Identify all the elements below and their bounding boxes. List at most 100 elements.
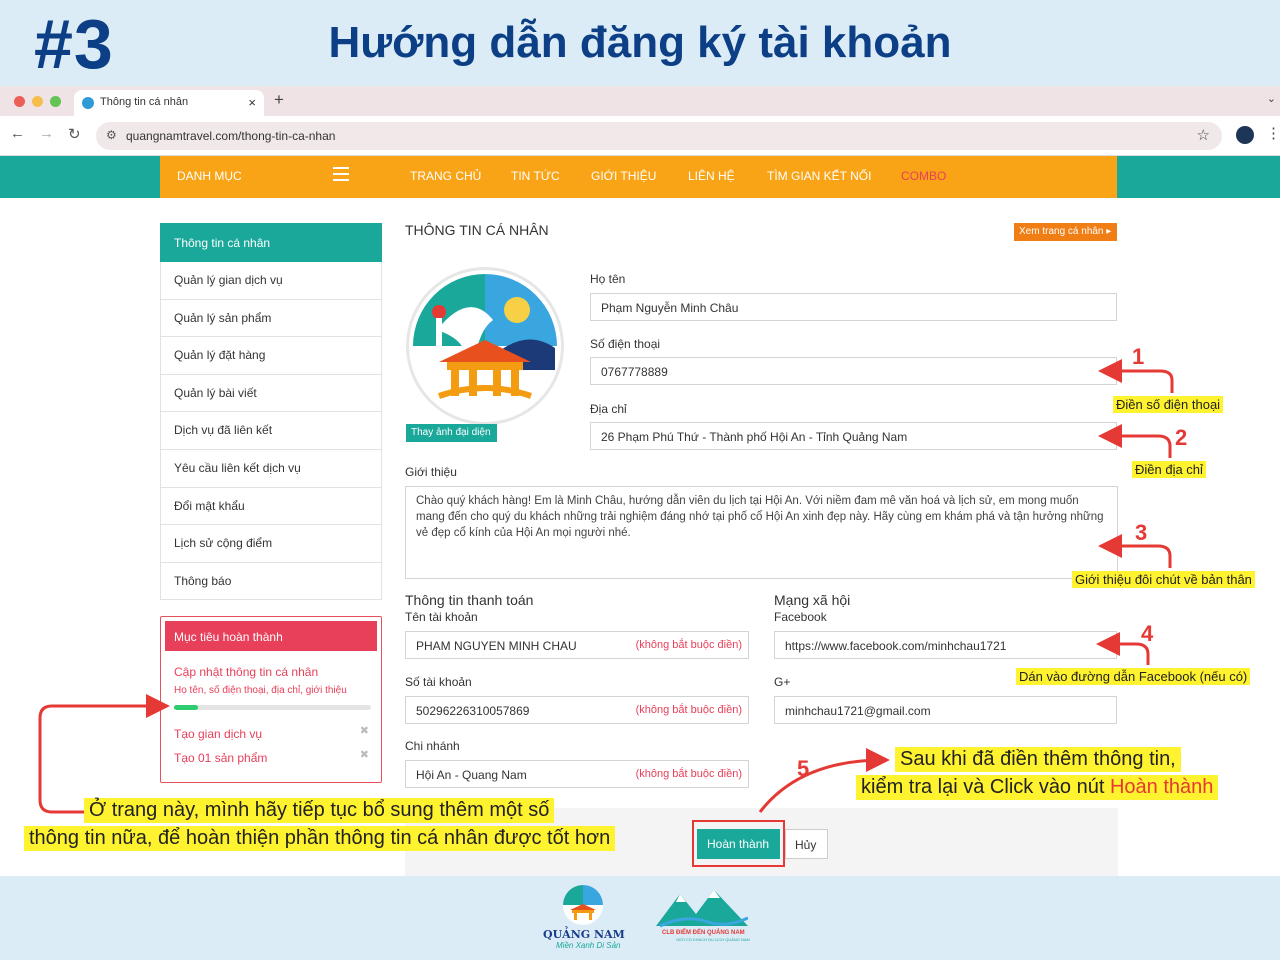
tip-text: Ở trang này, mình hãy tiếp tục bổ sung t… <box>84 798 555 823</box>
nav-home[interactable]: TRANG CHỦ <box>410 169 481 183</box>
nav-combo[interactable]: COMBO <box>901 169 946 183</box>
quang-nam-logo-text: QUẢNG NAM <box>543 928 625 941</box>
account-name-value: PHAM NGUYEN MINH CHAU <box>416 639 577 653</box>
goal-current[interactable]: Cập nhật thông tin cá nhân <box>174 665 377 679</box>
done-button-highlight <box>692 820 785 867</box>
annotation-number: 3 <box>1135 520 1148 545</box>
address-field[interactable]: 26 Phạm Phú Thứ - Thành phố Hội An - Tỉn… <box>590 422 1117 450</box>
nav-news[interactable]: TIN TỨC <box>511 169 560 183</box>
account-name-field[interactable]: PHAM NGUYEN MINH CHAU (không bắt buộc đi… <box>405 631 749 659</box>
quang-nam-logo-icon <box>563 885 603 925</box>
annotation-label: kiểm tra lại và Click vào nút Hoàn thành <box>856 775 1219 800</box>
tab-bar: Thông tin cá nhân × + ⌄ <box>0 86 1280 116</box>
annotation-text: kiểm tra lại và Click vào nút <box>861 776 1110 798</box>
goals-title: Mục tiêu hoàn thành <box>165 621 377 651</box>
address-label: Địa chỉ <box>590 402 627 416</box>
account-number-label: Số tài khoản <box>405 675 472 689</box>
sidebar-item-points-history[interactable]: Lịch sử cộng điểm <box>160 525 382 563</box>
club-logo-icon <box>656 890 748 928</box>
avatar <box>409 270 561 422</box>
tab-close-icon[interactable]: × <box>248 95 256 110</box>
category-menu[interactable]: DANH MỤC <box>177 169 242 183</box>
quang-nam-slogan: Miền Xanh Di Sản <box>556 941 621 950</box>
optional-note: (không bắt buộc điền) <box>635 639 742 651</box>
annotation-label: Điền số điện thoại <box>1113 396 1224 413</box>
browser-tab[interactable]: Thông tin cá nhân × <box>74 90 264 116</box>
annotation-number: 5 <box>797 756 810 781</box>
phone-field[interactable]: 0767778889 <box>590 357 1117 385</box>
club-logo-subtext: GIỚI CÓ KHÁCH DU LỊCH QUẢNG NAM <box>676 937 750 942</box>
site-navbar: DANH MỤC TRANG CHỦ TIN TỨC GIỚI THIỆU LI… <box>0 156 1280 198</box>
address-bar: ← → ↻ ⚙ quangnamtravel.com/thong-tin-ca-… <box>0 116 1280 156</box>
change-avatar-button[interactable]: Thay ảnh đại diện <box>406 424 497 442</box>
tab-search-icon[interactable]: ⌄ <box>1267 92 1276 105</box>
sidebar-item-change-password[interactable]: Đổi mật khẩu <box>160 487 382 526</box>
close-icon[interactable]: ✖ <box>360 724 369 737</box>
nav-contact[interactable]: LIÊN HỆ <box>688 169 735 183</box>
sidebar-item-notifications[interactable]: Thông báo <box>160 562 382 601</box>
payment-section-title: Thông tin thanh toán <box>405 592 534 608</box>
intro-textarea[interactable]: Chào quý khách hàng! Em là Minh Châu, hư… <box>405 486 1118 579</box>
minimize-window-dot[interactable] <box>32 96 43 107</box>
site-settings-icon[interactable]: ⚙ <box>106 128 117 142</box>
annotation-number: 2 <box>1175 425 1188 450</box>
sidebar-item-profile[interactable]: Thông tin cá nhân <box>160 223 382 262</box>
nav-about[interactable]: GIỚI THIỆU <box>591 169 656 183</box>
profile-avatar-icon[interactable] <box>1236 126 1254 144</box>
annotation-number: 1 <box>1132 344 1145 369</box>
intro-label: Giới thiệu <box>405 465 457 479</box>
back-icon[interactable]: ← <box>10 125 25 142</box>
branch-value: Hội An - Quang Nam <box>416 768 527 782</box>
footer-logos: QUẢNG NAM Miền Xanh Di Sản CLB ĐIỂM ĐẾN … <box>0 876 1280 960</box>
name-field[interactable]: Phạm Nguyễn Minh Châu <box>590 293 1117 321</box>
annotation-label: Sau khi đã điền thêm thông tin, <box>895 747 1181 772</box>
maximize-window-dot[interactable] <box>50 96 61 107</box>
annotation-number: 4 <box>1141 621 1154 646</box>
annotation-label: Dán vào đường dẫn Facebook (nếu có) <box>1016 668 1251 685</box>
sidebar-item-service-booth[interactable]: Quản lý gian dịch vụ <box>160 262 382 300</box>
name-label: Họ tên <box>590 272 626 286</box>
annotation-label: Giới thiệu đôi chút về bản thân <box>1072 571 1255 588</box>
social-section-title: Mạng xã hội <box>774 592 851 608</box>
goal-current-detail: Họ tên, số điện thoại, địa chỉ, giới thi… <box>174 685 347 696</box>
forward-icon[interactable]: → <box>39 125 54 142</box>
close-window-dot[interactable] <box>14 96 25 107</box>
branch-field[interactable]: Hội An - Quang Nam (không bắt buộc điền) <box>405 760 749 788</box>
nav-find-booth[interactable]: TÌM GIAN KẾT NỐI <box>767 169 871 183</box>
slide-title: Hướng dẫn đăng ký tài khoản <box>328 18 952 67</box>
sidebar-item-link-requests[interactable]: Yêu cầu liên kết dịch vụ <box>160 449 382 488</box>
sidebar-item-posts[interactable]: Quản lý bài viết <box>160 374 382 413</box>
goal-pending-item[interactable]: Tạo gian dịch vụ <box>174 727 262 741</box>
avatar-logo-icon <box>413 274 557 418</box>
sidebar-item-linked-services[interactable]: Dịch vụ đã liên kết <box>160 412 382 450</box>
optional-note: (không bắt buộc điền) <box>635 768 742 780</box>
goal-progress-bar <box>174 705 371 710</box>
site-menu-bar: DANH MỤC TRANG CHỦ TIN TỨC GIỚI THIỆU LI… <box>160 156 1117 198</box>
account-number-field[interactable]: 50296226310057869 (không bắt buộc điền) <box>405 696 749 724</box>
goal-pending-item[interactable]: Tạo 01 sản phẩm <box>174 751 267 765</box>
new-tab-icon[interactable]: + <box>274 90 284 110</box>
view-profile-button[interactable]: Xem trang cá nhân ▸ <box>1014 223 1117 241</box>
bookmark-star-icon[interactable]: ☆ <box>1197 126 1210 144</box>
cancel-button[interactable]: Hủy <box>785 829 828 859</box>
account-name-label: Tên tài khoản <box>405 610 478 624</box>
hamburger-icon[interactable] <box>333 167 349 181</box>
facebook-field[interactable]: https://www.facebook.com/minhchau1721 <box>774 631 1117 659</box>
annotation-highlight: Hoàn thành <box>1109 776 1214 798</box>
close-icon[interactable]: ✖ <box>360 748 369 761</box>
club-logo-text: CLB ĐIỂM ĐẾN QUẢNG NAM <box>662 930 745 936</box>
browser-menu-icon[interactable]: ⋮ <box>1266 124 1280 142</box>
url-field[interactable]: ⚙ quangnamtravel.com/thong-tin-ca-nhan ☆ <box>96 122 1222 150</box>
sidebar-item-orders[interactable]: Quản lý đặt hàng <box>160 337 382 375</box>
sidebar-item-products[interactable]: Quản lý sản phẩm <box>160 299 382 338</box>
reload-icon[interactable]: ↻ <box>68 125 81 143</box>
gplus-label: G+ <box>774 675 791 689</box>
tab-title: Thông tin cá nhân <box>100 96 189 108</box>
account-number-value: 50296226310057869 <box>416 704 530 718</box>
optional-note: (không bắt buộc điền) <box>635 704 742 716</box>
goal-progress-fill <box>174 705 198 710</box>
phone-label: Số điện thoại <box>590 337 661 351</box>
gplus-field[interactable]: minhchau1721@gmail.com <box>774 696 1117 724</box>
url-text: quangnamtravel.com/thong-tin-ca-nhan <box>126 129 336 143</box>
goals-panel: Mục tiêu hoàn thành Cập nhật thông tin c… <box>160 616 382 783</box>
